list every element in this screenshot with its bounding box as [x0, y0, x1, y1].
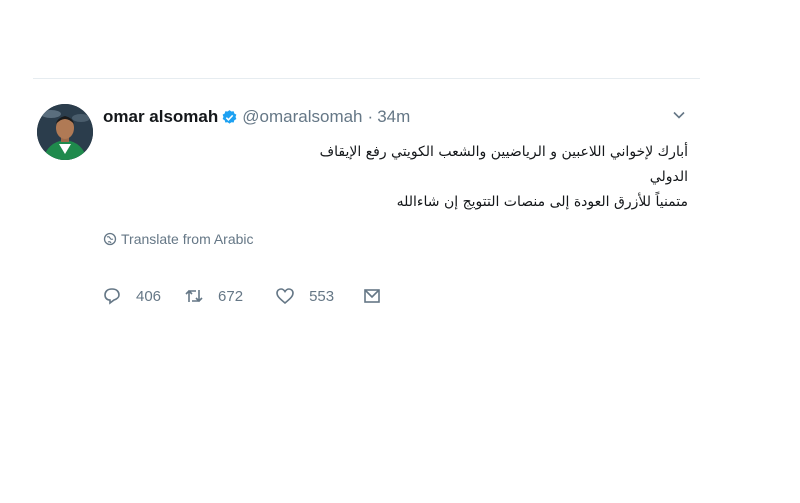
- direct-message-icon: [364, 289, 380, 303]
- retweet-button[interactable]: 672: [184, 286, 243, 306]
- direct-message-button[interactable]: [362, 286, 382, 306]
- translate-label: Translate from Arabic: [121, 231, 254, 247]
- tweet-text: أبارك لإخواني اللاعبين و الرياضيين والشع…: [290, 140, 688, 215]
- author-name[interactable]: omar alsomah: [103, 107, 218, 127]
- tweet-timestamp[interactable]: 34m: [377, 107, 410, 127]
- separator-dot: ·: [367, 107, 374, 126]
- like-icon: [276, 288, 294, 305]
- reply-button[interactable]: 406: [102, 286, 161, 306]
- author-handle[interactable]: @omaralsomah: [242, 107, 362, 127]
- translate-link[interactable]: Translate from Arabic: [103, 231, 254, 247]
- tweet-header: omar alsomah @omaralsomah · 34m: [103, 107, 410, 127]
- like-button[interactable]: 553: [275, 286, 334, 306]
- reply-count: 406: [136, 287, 162, 305]
- tweet-text-line: متمنياً للأزرق العودة إلى منصات التتويج …: [396, 194, 688, 210]
- like-count: 553: [309, 287, 335, 305]
- globe-icon: [103, 232, 117, 246]
- tweet-text-line: أبارك لإخواني اللاعبين و الرياضيين والشع…: [319, 144, 688, 185]
- tweet-actions: 406 672 553: [102, 286, 382, 306]
- retweet-icon: [185, 289, 203, 303]
- verified-badge-icon: [222, 109, 237, 124]
- retweet-count: 672: [218, 287, 244, 305]
- chevron-down-icon[interactable]: [672, 108, 686, 122]
- avatar[interactable]: [37, 104, 93, 160]
- timeline-divider: [33, 78, 700, 79]
- reply-icon: [104, 288, 120, 305]
